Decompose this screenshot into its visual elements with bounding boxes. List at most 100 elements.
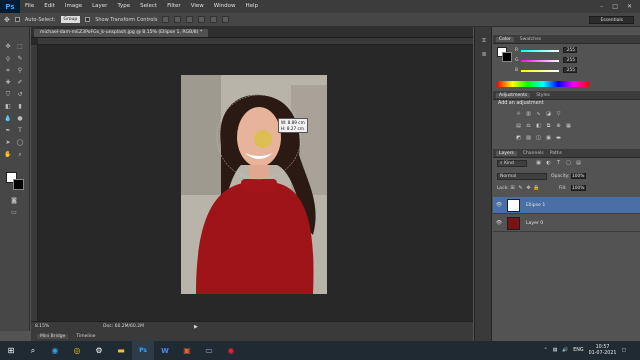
powerpoint-icon[interactable]: ▣	[176, 341, 198, 360]
menu-edit[interactable]: Edit	[39, 0, 60, 13]
lock-pixels-icon[interactable]: ✎	[517, 185, 524, 191]
tab-timeline[interactable]: Timeline	[76, 334, 95, 339]
visibility-eye-icon[interactable]: 👁	[495, 202, 503, 208]
gradient-map-icon[interactable]: ▬	[555, 135, 562, 141]
lock-all-icon[interactable]: 🔒	[533, 185, 540, 191]
align-bottom-icon[interactable]	[186, 16, 194, 23]
close-button[interactable]: ✕	[627, 3, 632, 10]
black-white-icon[interactable]: ◧	[535, 123, 542, 129]
filter-shape-icon[interactable]: ▢	[565, 160, 572, 166]
visibility-eye-icon[interactable]: 👁	[495, 220, 503, 226]
screen-mode-icon[interactable]: ▭	[10, 209, 18, 217]
type-tool-icon[interactable]: T	[16, 127, 24, 135]
blur-tool-icon[interactable]: 💧	[4, 115, 12, 123]
layer-name[interactable]: Ellipse 1	[526, 203, 545, 208]
menu-filter[interactable]: Filter	[162, 0, 186, 13]
menu-help[interactable]: Help	[240, 0, 263, 13]
vibrance-icon[interactable]: ▽	[555, 111, 562, 117]
channel-b-value[interactable]: 255	[563, 67, 577, 73]
align-left-icon[interactable]	[198, 16, 206, 23]
path-select-tool-icon[interactable]: ➤	[4, 139, 12, 147]
opacity-value[interactable]: 100%	[571, 173, 586, 179]
marquee-tool-icon[interactable]: ⬚	[16, 43, 24, 51]
hand-tool-icon[interactable]: ✋	[4, 151, 12, 159]
status-arrow-icon[interactable]: ▶	[194, 324, 198, 330]
quick-select-tool-icon[interactable]: ✎	[16, 55, 24, 63]
maximize-button[interactable]: □	[612, 3, 618, 10]
filter-pixel-icon[interactable]: ▣	[535, 160, 542, 166]
clone-stamp-tool-icon[interactable]: ⛉	[4, 91, 12, 99]
show-transform-checkbox[interactable]	[85, 17, 91, 22]
menu-file[interactable]: File	[20, 0, 39, 13]
color-spectrum-ramp[interactable]	[497, 81, 589, 87]
language-indicator[interactable]: ENG	[573, 348, 583, 353]
word-icon[interactable]: W	[154, 341, 176, 360]
photos-icon[interactable]: ▭	[198, 341, 220, 360]
align-top-icon[interactable]	[162, 16, 170, 23]
levels-icon[interactable]: ▥	[525, 111, 532, 117]
selective-color-icon[interactable]: ▣	[545, 135, 552, 141]
zoom-tool-icon[interactable]: ⌕	[16, 151, 24, 159]
color-balance-icon[interactable]: ⚖	[525, 123, 532, 129]
brush-tool-icon[interactable]: ✐	[16, 79, 24, 87]
align-right-icon[interactable]	[222, 16, 230, 23]
photoshop-taskbar-icon[interactable]: Ps	[132, 341, 154, 360]
fill-value[interactable]: 100%	[571, 185, 586, 191]
layer-filter-kind[interactable]: ⌕ Kind	[497, 160, 527, 167]
crop-tool-icon[interactable]: ⌗	[4, 67, 12, 75]
layer-row-layer-0[interactable]: 👁 Layer 0	[493, 215, 640, 232]
channel-b-slider[interactable]	[521, 70, 559, 72]
history-icon[interactable]: ⧖	[480, 37, 488, 45]
dodge-tool-icon[interactable]: ●	[16, 115, 24, 123]
minimize-button[interactable]: –	[600, 3, 603, 10]
canvas-image[interactable]	[181, 75, 327, 294]
auto-select-target-dropdown[interactable]: Group	[60, 16, 81, 23]
lock-position-icon[interactable]: ✥	[525, 185, 532, 191]
threshold-icon[interactable]: ◫	[535, 135, 542, 141]
tab-color[interactable]: Color	[496, 36, 514, 42]
posterize-icon[interactable]: ▨	[525, 135, 532, 141]
healing-tool-icon[interactable]: ✚	[4, 79, 12, 87]
taskbar-clock[interactable]: 10:57 01-07-2021	[589, 345, 617, 357]
move-tool-icon[interactable]: ✥	[4, 16, 10, 24]
search-icon[interactable]: ⌕	[22, 341, 44, 360]
exposure-icon[interactable]: ◪	[545, 111, 552, 117]
tab-styles[interactable]: Styles	[536, 93, 550, 98]
curves-icon[interactable]: ∿	[535, 111, 542, 117]
hue-saturation-icon[interactable]: ▤	[515, 123, 522, 129]
menu-window[interactable]: Window	[209, 0, 241, 13]
ellipse-overlay[interactable]	[181, 75, 327, 294]
layer-name[interactable]: Layer 0	[526, 221, 543, 226]
tab-adjustments[interactable]: Adjustments	[496, 92, 531, 98]
windows-start-icon[interactable]: ⊞	[0, 341, 22, 360]
align-center-icon[interactable]	[210, 16, 218, 23]
notifications-icon[interactable]: ▢	[621, 348, 626, 353]
quick-mask-icon[interactable]: ◙	[10, 197, 18, 205]
menu-type[interactable]: Type	[112, 0, 135, 13]
menu-layer[interactable]: Layer	[87, 0, 112, 13]
filter-adjustment-icon[interactable]: ◐	[545, 160, 552, 166]
gradient-tool-icon[interactable]: ▮	[16, 103, 24, 111]
menu-image[interactable]: Image	[60, 0, 87, 13]
channel-g-slider[interactable]	[521, 60, 559, 62]
tab-swatches[interactable]: Swatches	[520, 37, 542, 42]
channel-g-value[interactable]: 255	[563, 57, 577, 63]
photo-filter-icon[interactable]: ⧉	[545, 123, 552, 129]
workspace-switcher[interactable]: Essentials	[589, 16, 634, 24]
doc-info[interactable]: Doc: 60.2M/60.2M	[53, 324, 144, 329]
eraser-tool-icon[interactable]: ◧	[4, 103, 12, 111]
tab-layers[interactable]: Layers	[496, 150, 517, 156]
filter-smart-icon[interactable]: ▤	[575, 160, 582, 166]
volume-icon[interactable]: 🔊	[562, 348, 568, 353]
eyedropper-tool-icon[interactable]: ⚲	[16, 67, 24, 75]
channel-r-slider[interactable]	[521, 50, 559, 52]
tab-paths[interactable]: Paths	[550, 151, 562, 156]
zoom-level[interactable]: 8.15%	[31, 324, 53, 329]
tab-channels[interactable]: Channels	[523, 151, 544, 156]
brightness-icon[interactable]: ☼	[515, 111, 522, 117]
background-color-swatch[interactable]	[13, 179, 24, 190]
pen-tool-icon[interactable]: ✒	[4, 127, 12, 135]
color-background-swatch[interactable]	[502, 52, 512, 62]
blend-mode-dropdown[interactable]: Normal	[497, 173, 547, 180]
tray-up-arrow-icon[interactable]: ⌃	[544, 348, 548, 353]
